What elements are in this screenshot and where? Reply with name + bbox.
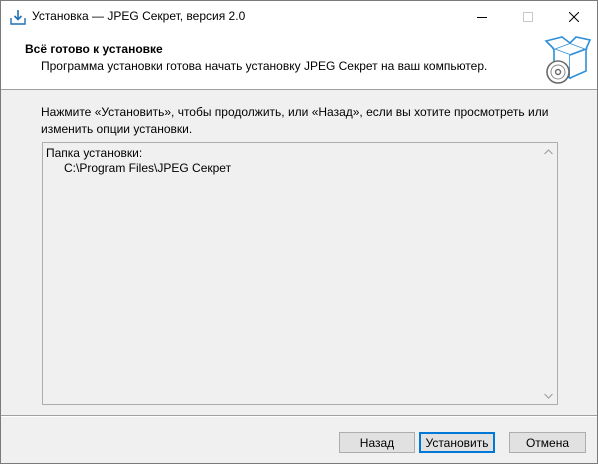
window-title: Установка — JPEG Секрет, версия 2.0 bbox=[32, 9, 246, 23]
installer-window: Установка — JPEG Секрет, версия 2.0 Всё … bbox=[0, 0, 598, 464]
scroll-up-button[interactable] bbox=[540, 143, 557, 160]
install-button[interactable]: Установить bbox=[419, 432, 495, 453]
title-bar[interactable]: Установка — JPEG Секрет, версия 2.0 bbox=[1, 1, 597, 32]
scroll-down-button[interactable] bbox=[540, 387, 557, 404]
chevron-up-icon bbox=[544, 148, 553, 154]
back-button[interactable]: Назад bbox=[339, 432, 415, 453]
minimize-icon bbox=[477, 16, 487, 18]
box-with-disc-icon bbox=[540, 35, 592, 87]
instruction-line-2: изменить опции установки. bbox=[41, 122, 193, 136]
instruction-text: Нажмите «Установить», чтобы продолжить, … bbox=[41, 104, 561, 138]
installer-download-icon bbox=[9, 8, 27, 26]
memo-path: C:\Program Files\JPEG Секрет bbox=[64, 161, 232, 175]
close-icon bbox=[569, 11, 579, 22]
maximize-button[interactable] bbox=[505, 1, 551, 32]
page-title: Всё готово к установке bbox=[25, 42, 163, 56]
ready-memo[interactable]: Папка установки: C:\Program Files\JPEG Се… bbox=[42, 142, 558, 405]
maximize-icon bbox=[523, 11, 533, 22]
cancel-button[interactable]: Отмена bbox=[509, 432, 586, 453]
minimize-button[interactable] bbox=[459, 1, 505, 32]
close-button[interactable] bbox=[551, 1, 597, 32]
page-subtitle: Программа установки готова начать устано… bbox=[41, 59, 488, 73]
wizard-header: Всё готово к установке Программа установ… bbox=[1, 32, 597, 90]
footer-divider-highlight bbox=[1, 416, 597, 417]
instruction-line-1: Нажмите «Установить», чтобы продолжить, … bbox=[41, 105, 549, 119]
chevron-down-icon bbox=[544, 393, 553, 399]
vertical-scrollbar[interactable] bbox=[540, 143, 557, 404]
memo-content: Папка установки: C:\Program Files\JPEG Се… bbox=[46, 146, 231, 176]
memo-label: Папка установки: bbox=[46, 146, 143, 160]
